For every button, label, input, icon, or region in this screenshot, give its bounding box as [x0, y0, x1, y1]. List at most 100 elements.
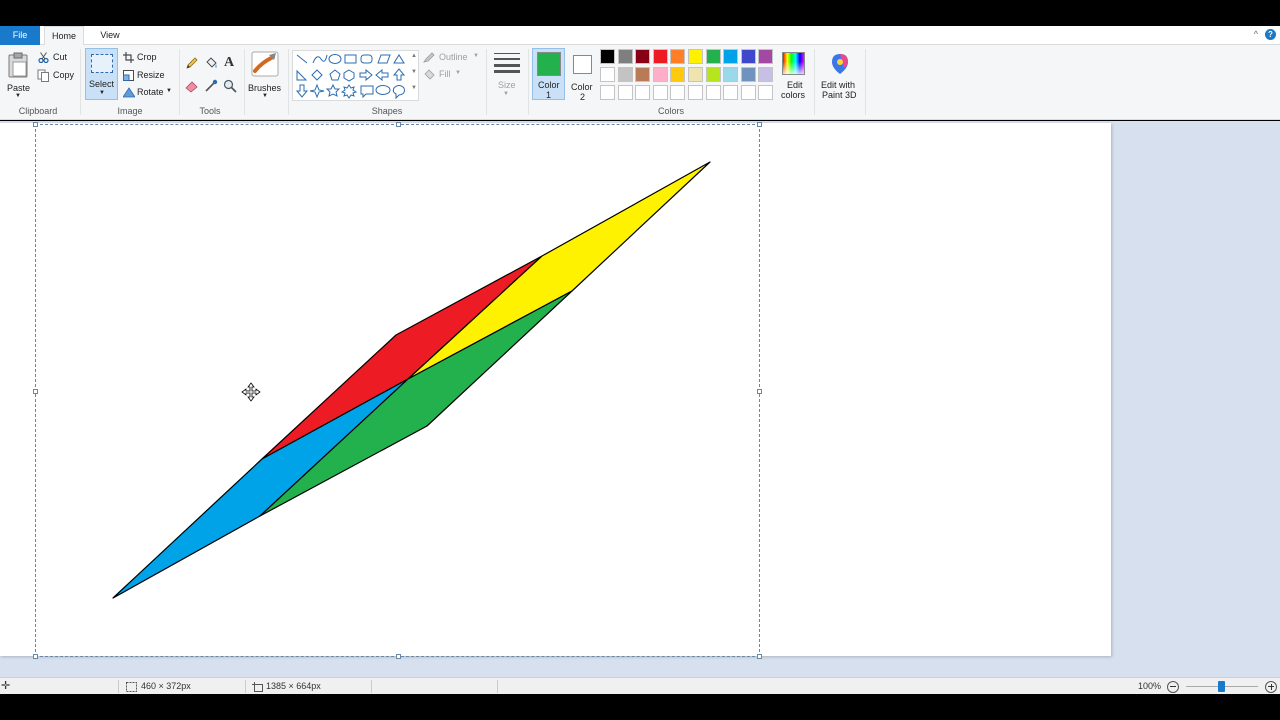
ribbon: Paste ▼ Cut Copy Clipboard Select ▼ Crop… [0, 45, 1280, 120]
paint3d-label-line2: Paint 3D [822, 90, 857, 100]
palette-swatch[interactable] [635, 49, 651, 64]
minus-icon [1170, 686, 1176, 687]
rotate-button[interactable]: Rotate ▼ [122, 86, 174, 99]
color1-label-line1: Color [538, 80, 560, 90]
selection-handle-middle-right[interactable] [757, 389, 762, 394]
palette-swatch[interactable] [705, 49, 721, 64]
palette-empty-swatch[interactable] [635, 85, 651, 100]
palette-swatch[interactable] [635, 67, 651, 82]
drawing-canvas[interactable] [0, 122, 1111, 659]
palette-swatch[interactable] [670, 67, 686, 82]
minimize-ribbon-chevron-icon[interactable]: ^ [1254, 29, 1258, 39]
eraser-icon[interactable] [185, 79, 199, 93]
color2-label-line2: 2 [580, 92, 586, 102]
pencil-icon[interactable] [185, 56, 199, 70]
selection-rectangle[interactable] [33, 122, 762, 659]
palette-empty-swatch[interactable] [600, 85, 615, 100]
help-icon[interactable]: ? [1265, 29, 1276, 40]
palette-swatch[interactable] [652, 49, 668, 64]
palette-empty-swatch[interactable] [688, 85, 703, 100]
shapes-gallery[interactable]: ▲ ▼ ▼ [292, 50, 419, 101]
palette-swatch[interactable] [617, 67, 633, 82]
canvas-size-icon [252, 682, 263, 692]
selection-handle-top-right[interactable] [757, 122, 762, 127]
resize-icon [123, 70, 134, 81]
palette-swatch[interactable] [705, 67, 721, 82]
copy-button[interactable]: Copy [37, 69, 75, 82]
selection-handle-top-middle[interactable] [396, 122, 401, 127]
palette-swatch[interactable] [617, 49, 633, 64]
palette-empty-swatch[interactable] [670, 85, 686, 100]
size-button[interactable]: Size ▼ [490, 49, 524, 103]
palette-empty-swatch[interactable] [723, 85, 739, 100]
paste-label: Paste [7, 83, 31, 93]
rotate-label: Rotate [137, 87, 164, 97]
selection-handle-bottom-right[interactable] [757, 654, 762, 659]
ribbon-divider [865, 49, 866, 115]
palette-swatch[interactable] [723, 49, 739, 64]
selection-handle-middle-left[interactable] [33, 389, 38, 394]
palette-swatch[interactable] [758, 67, 774, 82]
resize-button[interactable]: Resize [122, 69, 168, 82]
palette-swatch[interactable] [600, 49, 615, 64]
palette-empty-swatch[interactable] [740, 85, 756, 100]
edit-with-paint3d-button[interactable]: Edit with Paint 3D [818, 49, 862, 103]
fill-bucket-icon[interactable] [204, 56, 218, 70]
selection-handle-top-left[interactable] [33, 122, 38, 127]
outline-dropdown[interactable]: Outline ▼ [423, 51, 481, 64]
magnifier-icon[interactable] [223, 79, 237, 93]
paint3d-label-line1: Edit with [821, 80, 856, 90]
select-dropdown-icon: ▼ [99, 90, 105, 96]
palette-empty-swatch[interactable] [758, 85, 774, 100]
ribbon-divider [814, 49, 815, 115]
selection-handle-bottom-left[interactable] [33, 654, 38, 659]
palette-swatch[interactable] [652, 67, 668, 82]
size-label: Size [498, 80, 516, 90]
status-divider [371, 680, 372, 693]
zoom-slider[interactable] [1186, 681, 1258, 692]
zoom-out-button[interactable] [1167, 681, 1179, 693]
crop-icon [123, 52, 134, 63]
palette-swatch[interactable] [688, 49, 703, 64]
select-label: Select [89, 79, 115, 89]
fill-dropdown[interactable]: Fill ▼ [423, 68, 463, 81]
palette-swatch[interactable] [758, 49, 774, 64]
brushes-button[interactable]: Brushes ▼ [248, 49, 284, 103]
color1-button[interactable]: Color 1 [532, 48, 565, 100]
color-picker-icon[interactable] [204, 79, 218, 93]
text-tool-icon[interactable]: A [224, 55, 234, 71]
color2-swatch [573, 55, 592, 74]
color1-swatch [537, 52, 561, 76]
selection-handle-bottom-middle[interactable] [396, 654, 401, 659]
palette-swatch[interactable] [688, 67, 703, 82]
fill-dropdown-icon: ▼ [455, 70, 461, 76]
cut-button[interactable]: Cut [37, 51, 71, 64]
shapes-scroll-down-icon[interactable]: ▼ [411, 69, 417, 75]
crop-button[interactable]: Crop [122, 51, 162, 64]
shapes-more-icon[interactable]: ▼ [411, 85, 417, 91]
palette-empty-swatch[interactable] [705, 85, 721, 100]
palette-swatch[interactable] [740, 49, 756, 64]
palette-swatch[interactable] [740, 67, 756, 82]
zoom-level: 100% [1138, 681, 1162, 691]
palette-empty-swatch[interactable] [652, 85, 668, 100]
zoom-in-button[interactable] [1265, 681, 1277, 693]
ribbon-tab-bar: File Home View ^ ? [0, 26, 1280, 46]
edit-colors-button[interactable]: Edit colors [778, 49, 810, 103]
tab-home[interactable]: Home [44, 26, 84, 46]
tab-view[interactable]: View [90, 26, 130, 45]
zoom-slider-thumb[interactable] [1218, 681, 1225, 692]
rotate-dropdown-icon: ▼ [166, 88, 172, 94]
tab-file[interactable]: File [0, 26, 40, 45]
fill-label: Fill [439, 69, 451, 79]
palette-empty-swatch[interactable] [617, 85, 633, 100]
paint3d-icon [832, 54, 848, 74]
crop-label: Crop [137, 52, 157, 62]
palette-swatch[interactable] [670, 49, 686, 64]
shapes-scroll-up-icon[interactable]: ▲ [411, 53, 417, 59]
palette-swatch[interactable] [600, 67, 615, 82]
color2-button[interactable]: Color 2 [567, 48, 598, 102]
palette-swatch[interactable] [723, 67, 739, 82]
paste-button[interactable]: Paste ▼ [4, 49, 32, 103]
select-button[interactable]: Select ▼ [85, 48, 118, 100]
